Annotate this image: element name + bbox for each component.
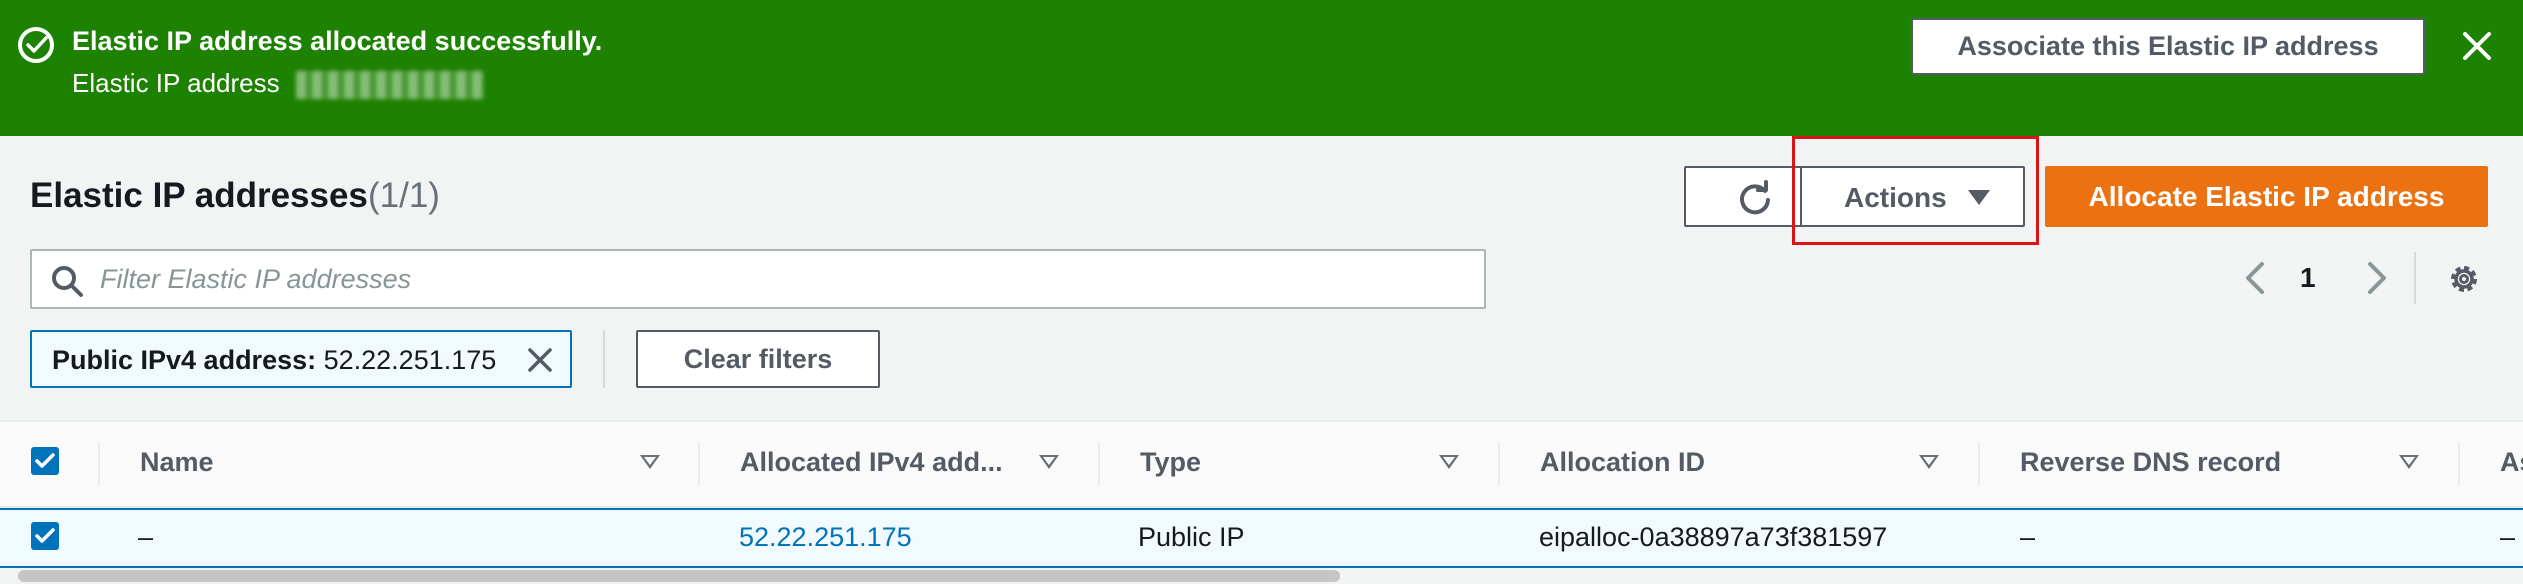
scrollbar-thumb[interactable]	[18, 570, 1340, 582]
column-header-allocated-ipv4[interactable]: Allocated IPv4 add...	[740, 447, 1003, 478]
column-divider	[698, 442, 700, 486]
table-row[interactable]	[0, 508, 2523, 568]
highlight-box	[1792, 136, 2039, 245]
close-icon[interactable]	[2457, 26, 2497, 66]
search-icon	[52, 266, 83, 297]
column-divider	[1098, 442, 1100, 486]
divider	[603, 330, 605, 388]
column-divider	[1978, 442, 1980, 486]
redacted-ip-address	[296, 71, 484, 99]
current-page-number[interactable]: 1	[2300, 262, 2316, 294]
next-page-button[interactable]	[2358, 258, 2394, 298]
column-header-truncated[interactable]: As	[2500, 447, 2523, 478]
cell-allocation-id: eipalloc-0a38897a73f381597	[1539, 522, 1888, 552]
remove-filter-icon[interactable]	[526, 346, 554, 374]
clear-filters-button[interactable]: Clear filters	[636, 330, 880, 388]
flash-subtitle: Elastic IP address	[72, 68, 280, 98]
filter-token: Public IPv4 address: 52.22.251.175	[30, 330, 572, 388]
column-header-name[interactable]: Name	[140, 447, 214, 478]
filter-token-key: Public IPv4 address:	[52, 345, 317, 375]
cell-type: Public IP	[1138, 522, 1245, 552]
filter-token-label: Public IPv4 address: 52.22.251.175	[52, 345, 496, 376]
check-circle-icon	[18, 27, 54, 63]
sort-icon[interactable]	[1919, 455, 1939, 469]
column-header-reverse-dns[interactable]: Reverse DNS record	[2020, 447, 2281, 478]
associate-elastic-ip-button[interactable]: Associate this Elastic IP address	[1911, 18, 2425, 75]
cell-truncated: –	[2500, 522, 2516, 552]
sort-icon[interactable]	[640, 455, 660, 469]
divider	[2414, 252, 2416, 304]
column-header-allocation-id[interactable]: Allocation ID	[1540, 447, 1705, 478]
select-all-checkbox[interactable]	[31, 447, 59, 475]
cell-name: –	[138, 522, 154, 552]
sort-icon[interactable]	[1439, 455, 1459, 469]
page-title: Elastic IP addresses	[30, 176, 368, 215]
previous-page-button[interactable]	[2238, 258, 2274, 298]
sort-icon[interactable]	[2399, 455, 2419, 469]
item-count: (1/1)	[368, 176, 440, 215]
allocate-elastic-ip-button[interactable]: Allocate Elastic IP address	[2045, 166, 2488, 227]
column-header-type[interactable]: Type	[1140, 447, 1201, 478]
column-divider	[2458, 442, 2460, 486]
column-divider	[98, 442, 100, 486]
gear-icon[interactable]	[2446, 261, 2482, 297]
cell-ip-link[interactable]: 52.22.251.175	[739, 522, 912, 553]
search-input[interactable]	[100, 259, 1460, 299]
filter-token-value: 52.22.251.175	[316, 345, 497, 375]
column-divider	[1498, 442, 1500, 486]
search-box[interactable]	[30, 249, 1486, 309]
sort-icon[interactable]	[1039, 455, 1059, 469]
row-checkbox[interactable]	[31, 522, 59, 550]
cell-reverse-dns: –	[2020, 522, 2036, 552]
refresh-icon	[1740, 180, 1770, 215]
flash-title: Elastic IP address allocated successfull…	[72, 26, 603, 56]
